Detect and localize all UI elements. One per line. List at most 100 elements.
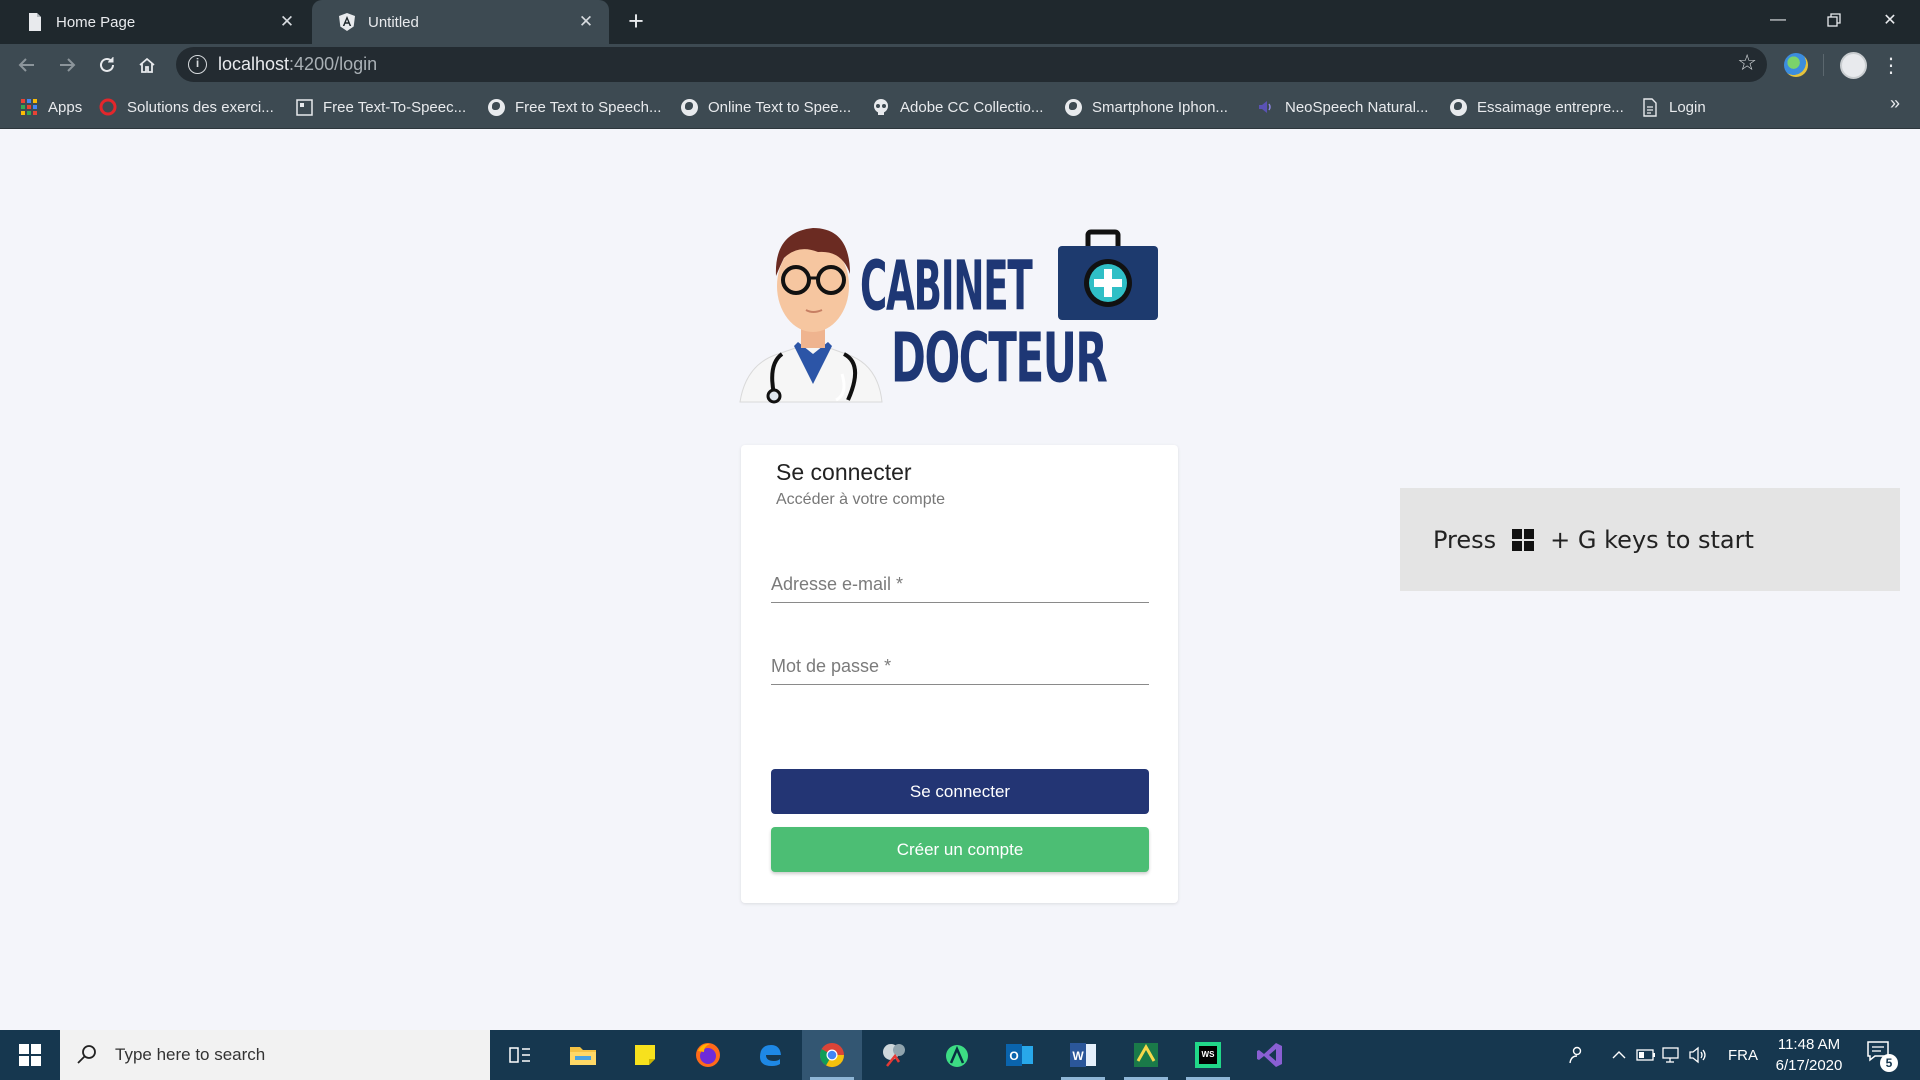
bookmark-smartphone[interactable]: Smartphone Iphon... bbox=[1064, 95, 1228, 119]
bookmark-label: Solutions des exerci... bbox=[127, 98, 274, 116]
outlook-icon[interactable]: O bbox=[990, 1030, 1050, 1080]
start-button[interactable] bbox=[0, 1030, 60, 1080]
network-icon[interactable] bbox=[1660, 1030, 1684, 1080]
tab-title: Home Page bbox=[56, 13, 136, 31]
taskbar-search-box[interactable]: Type here to search bbox=[60, 1030, 490, 1080]
url-host: localhost bbox=[218, 54, 290, 74]
svg-text:WS: WS bbox=[1202, 1050, 1216, 1059]
info-icon[interactable]: i bbox=[188, 55, 207, 74]
window-close-icon[interactable]: ✕ bbox=[1862, 0, 1918, 40]
bookmarks-bar: Apps Solutions des exerci... Free Text-T… bbox=[0, 85, 1920, 129]
browser-tab-strip: Home Page ✕ Untitled ✕ + — ✕ bbox=[0, 0, 1920, 44]
password-field bbox=[771, 649, 1149, 685]
search-icon bbox=[77, 1045, 96, 1064]
new-tab-button[interactable]: + bbox=[622, 8, 650, 36]
address-bar[interactable]: i localhost:4200/login ☆ bbox=[176, 47, 1767, 82]
tab-title: Untitled bbox=[368, 13, 419, 31]
bookmark-star-icon[interactable]: ☆ bbox=[1737, 50, 1757, 76]
bookmark-label: Smartphone Iphon... bbox=[1092, 98, 1228, 116]
close-icon[interactable]: ✕ bbox=[276, 11, 298, 33]
tab-home-page[interactable]: Home Page ✕ bbox=[0, 0, 310, 44]
volume-icon[interactable] bbox=[1686, 1030, 1710, 1080]
bookmark-label: Online Text to Spee... bbox=[708, 98, 852, 116]
close-icon[interactable]: ✕ bbox=[575, 11, 597, 33]
login-button[interactable]: Se connecter bbox=[771, 769, 1149, 814]
bookmark-label: Essaimage entrepre... bbox=[1477, 98, 1624, 116]
bookmark-label: Login bbox=[1669, 98, 1706, 116]
menu-dots-icon[interactable]: ⋮ bbox=[1876, 50, 1906, 80]
page-content: CABINET DOCTEUR Se connecter Accéder à v… bbox=[0, 129, 1920, 1030]
bookmark-online-tts[interactable]: Online Text to Spee... bbox=[680, 95, 851, 119]
svg-text:W: W bbox=[1072, 1049, 1084, 1063]
bookmark-solutions[interactable]: Solutions des exerci... bbox=[99, 95, 274, 119]
globe-icon bbox=[680, 98, 698, 116]
people-icon[interactable] bbox=[1561, 1030, 1589, 1080]
bookmark-essaimage[interactable]: Essaimage entrepre... bbox=[1449, 95, 1624, 119]
bookmark-label: Free Text to Speech... bbox=[515, 98, 662, 116]
minimize-icon[interactable]: — bbox=[1750, 0, 1806, 40]
login-subtitle: Accéder à votre compte bbox=[776, 491, 945, 508]
login-card: Se connecter Accéder à votre compte Se c… bbox=[741, 445, 1178, 903]
speaker-icon bbox=[1257, 98, 1275, 116]
reload-icon[interactable] bbox=[92, 50, 122, 80]
bookmark-label: Apps bbox=[48, 98, 83, 116]
android-studio-icon[interactable] bbox=[927, 1030, 987, 1080]
chevron-up-icon[interactable] bbox=[1608, 1030, 1630, 1080]
chrome-icon[interactable] bbox=[802, 1030, 862, 1080]
battery-icon[interactable] bbox=[1634, 1030, 1658, 1080]
snipping-tool-icon[interactable] bbox=[865, 1030, 925, 1080]
bookmark-neospeech[interactable]: NeoSpeech Natural... bbox=[1257, 95, 1428, 119]
taskbar-clock[interactable]: 11:48 AM 6/17/2020 bbox=[1767, 1034, 1851, 1076]
scratch-app-icon[interactable] bbox=[1116, 1030, 1176, 1080]
url-text: localhost:4200/login bbox=[218, 54, 377, 75]
bookmark-label: Free Text-To-Speec... bbox=[323, 98, 467, 116]
url-path: :4200/login bbox=[289, 54, 378, 74]
back-arrow-icon[interactable] bbox=[12, 50, 42, 80]
email-input[interactable] bbox=[771, 567, 1149, 601]
tab-untitled[interactable]: Untitled ✕ bbox=[312, 0, 609, 44]
sticky-notes-icon[interactable] bbox=[615, 1030, 675, 1080]
bookmark-apps[interactable]: Apps bbox=[20, 95, 82, 119]
globe-icon bbox=[1449, 98, 1467, 116]
task-view-icon[interactable] bbox=[490, 1030, 550, 1080]
forward-arrow-icon[interactable] bbox=[52, 50, 82, 80]
square-icon bbox=[295, 98, 313, 116]
document-icon bbox=[24, 11, 46, 33]
home-icon[interactable] bbox=[132, 50, 162, 80]
bookmark-login[interactable]: Login bbox=[1641, 95, 1706, 119]
search-placeholder: Type here to search bbox=[115, 1045, 266, 1064]
action-center-icon[interactable]: 5 bbox=[1866, 1040, 1898, 1072]
skull-icon bbox=[872, 98, 890, 116]
logo-text-docteur: DOCTEUR bbox=[891, 318, 1108, 399]
edge-icon[interactable] bbox=[740, 1030, 800, 1080]
visual-studio-icon[interactable] bbox=[1240, 1030, 1300, 1080]
browser-toolbar: i localhost:4200/login ☆ ⋮ bbox=[0, 44, 1920, 85]
windows-logo-icon bbox=[19, 1044, 41, 1066]
bookmark-adobe[interactable]: Adobe CC Collectio... bbox=[872, 95, 1043, 119]
file-explorer-icon[interactable] bbox=[553, 1030, 613, 1080]
more-bookmarks-icon[interactable]: » bbox=[1890, 93, 1900, 114]
logo-text-cabinet: CABINET bbox=[860, 246, 1033, 327]
bookmark-label: Adobe CC Collectio... bbox=[900, 98, 1044, 116]
word-icon[interactable]: W bbox=[1053, 1030, 1113, 1080]
create-account-button[interactable]: Créer un compte bbox=[771, 827, 1149, 872]
bookmark-free-text-to-speech[interactable]: Free Text to Speech... bbox=[487, 95, 661, 119]
firefox-icon[interactable] bbox=[678, 1030, 738, 1080]
webstorm-icon[interactable]: WS bbox=[1178, 1030, 1238, 1080]
profile-avatar[interactable] bbox=[1840, 52, 1867, 79]
document-icon bbox=[1641, 97, 1659, 117]
input-language[interactable]: FRA bbox=[1722, 1030, 1764, 1080]
bookmark-label: NeoSpeech Natural... bbox=[1285, 98, 1429, 116]
password-input[interactable] bbox=[771, 649, 1149, 683]
red-circle-icon bbox=[99, 98, 117, 116]
restore-icon[interactable] bbox=[1806, 0, 1862, 40]
extension-icon[interactable] bbox=[1784, 53, 1808, 77]
clock-time: 11:48 AM bbox=[1777, 1036, 1841, 1053]
game-bar-prefix: Press bbox=[1433, 525, 1497, 554]
email-field bbox=[771, 567, 1149, 603]
game-bar-toast: Press + G keys to start bbox=[1400, 488, 1900, 591]
login-title: Se connecter bbox=[776, 459, 912, 485]
game-bar-suffix: + G keys to start bbox=[1550, 525, 1754, 554]
globe-icon bbox=[487, 98, 505, 116]
bookmark-free-tts[interactable]: Free Text-To-Speec... bbox=[295, 95, 466, 119]
